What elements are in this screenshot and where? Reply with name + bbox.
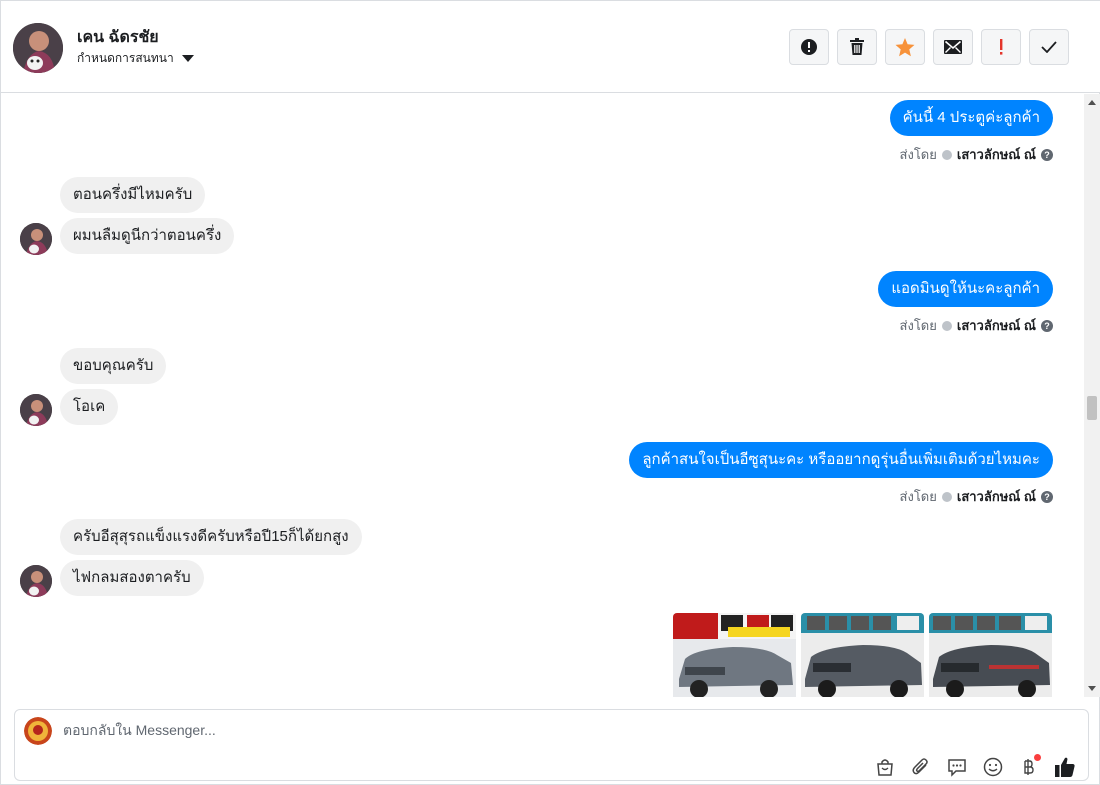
- sent-by-prefix: ส่งโดย: [899, 147, 937, 162]
- smiley-icon: [983, 757, 1003, 777]
- shop-button[interactable]: [872, 754, 898, 780]
- mark-spam-button[interactable]: [789, 29, 829, 65]
- sent-by-author: เสาวลักษณ์ ณ์: [956, 147, 1036, 162]
- outgoing-message[interactable]: ลูกค้าสนใจเป็นอีซูสุนะคะ หรืออยากดูรุ่นอ…: [629, 442, 1053, 478]
- photo-attachments: [673, 613, 1052, 697]
- mark-unread-button[interactable]: [933, 29, 973, 65]
- scroll-down-arrow-icon[interactable]: [1088, 686, 1096, 691]
- contact-name[interactable]: เคน ฉัดรชัย: [77, 25, 159, 50]
- contact-avatar-small[interactable]: [20, 394, 52, 426]
- star-icon: [895, 37, 915, 56]
- check-icon: [1041, 41, 1057, 53]
- outgoing-message[interactable]: คันนี้ 4 ประตูค่ะลูกค้า: [889, 100, 1053, 136]
- conversation-label-dropdown[interactable]: กำหนดการสนทนา: [77, 49, 194, 68]
- sent-status-icon: [941, 320, 952, 331]
- sent-status-icon: [941, 149, 952, 160]
- emoji-button[interactable]: [980, 754, 1006, 780]
- scrollbar-thumb[interactable]: [1087, 396, 1097, 420]
- baht-icon: [1024, 759, 1034, 775]
- sent-status-icon: [941, 491, 952, 502]
- conversation-panel: เคน ฉัดรชัย กำหนดการสนทนา คันนี้ 4 ประตู…: [0, 0, 1100, 785]
- sent-by-prefix: ส่งโดย: [899, 318, 937, 333]
- conversation-header: เคน ฉัดรชัย กำหนดการสนทนา: [1, 1, 1100, 93]
- scroll-up-arrow-icon[interactable]: [1088, 100, 1096, 105]
- shopping-bag-icon: [877, 759, 893, 776]
- help-icon[interactable]: ?: [1041, 490, 1053, 503]
- incoming-message[interactable]: โอเค: [60, 389, 119, 425]
- composer-toolbar: [872, 754, 1078, 780]
- incoming-message[interactable]: ขอบคุณครับ: [60, 348, 167, 384]
- caret-down-icon: [181, 55, 194, 62]
- incoming-message[interactable]: ผมนลืมดูนีกว่าตอนครึ่ง: [60, 218, 235, 254]
- sent-by-author: เสาวลักษณ์ ณ์: [956, 318, 1036, 333]
- outgoing-message[interactable]: แอดมินดูให้นะคะลูกค้า: [878, 271, 1053, 307]
- help-icon[interactable]: ?: [1041, 319, 1053, 332]
- notification-dot: [1034, 754, 1041, 761]
- reply-input[interactable]: [63, 722, 663, 738]
- attach-file-button[interactable]: [908, 754, 934, 780]
- sent-by-line: ส่งโดย เสาวลักษณ์ ณ์ ?: [900, 144, 1053, 165]
- send-like-button[interactable]: [1052, 754, 1078, 780]
- star-button[interactable]: [885, 29, 925, 65]
- envelope-icon: [944, 40, 962, 54]
- thread-scrollbar[interactable]: [1084, 94, 1100, 697]
- chat-bubble-icon: [948, 759, 966, 777]
- incoming-message[interactable]: ตอนครึ่งมีไหมครับ: [60, 177, 206, 213]
- photo-attachment[interactable]: [801, 613, 924, 697]
- trash-icon: [850, 38, 864, 55]
- sent-by-line: ส่งโดย เสาวลักษณ์ ณ์ ?: [900, 315, 1053, 336]
- exclamation-icon: [1000, 39, 1003, 55]
- paperclip-icon: [912, 758, 928, 775]
- page-avatar: [24, 717, 52, 745]
- contact-avatar-small[interactable]: [20, 565, 52, 597]
- thumbs-up-icon: [1055, 757, 1075, 777]
- payment-button[interactable]: [1016, 754, 1042, 780]
- incoming-message[interactable]: ไฟกลมสองตาครับ: [60, 560, 204, 596]
- reply-composer: [14, 709, 1089, 781]
- delete-button[interactable]: [837, 29, 877, 65]
- help-icon[interactable]: ?: [1041, 148, 1053, 161]
- mark-done-button[interactable]: [1029, 29, 1069, 65]
- exclamation-circle-icon: [801, 39, 817, 55]
- mark-important-button[interactable]: [981, 29, 1021, 65]
- photo-attachment[interactable]: [929, 613, 1052, 697]
- incoming-message[interactable]: ครับอีสุสุรถแข็งแรงดีครับหรือปี15ก็ได้ยก…: [60, 519, 362, 555]
- message-thread[interactable]: คันนี้ 4 ประตูค่ะลูกค้า ส่งโดย เสาวลักษณ…: [1, 94, 1083, 697]
- photo-attachment[interactable]: [673, 613, 796, 697]
- contact-avatar-small[interactable]: [20, 223, 52, 255]
- contact-avatar[interactable]: [13, 23, 63, 73]
- conversation-actions: [789, 29, 1069, 65]
- sent-by-prefix: ส่งโดย: [899, 489, 937, 504]
- saved-replies-button[interactable]: [944, 754, 970, 780]
- sent-by-author: เสาวลักษณ์ ณ์: [956, 489, 1036, 504]
- sent-by-line: ส่งโดย เสาวลักษณ์ ณ์ ?: [900, 486, 1053, 507]
- label-dropdown-text: กำหนดการสนทนา: [77, 51, 174, 65]
